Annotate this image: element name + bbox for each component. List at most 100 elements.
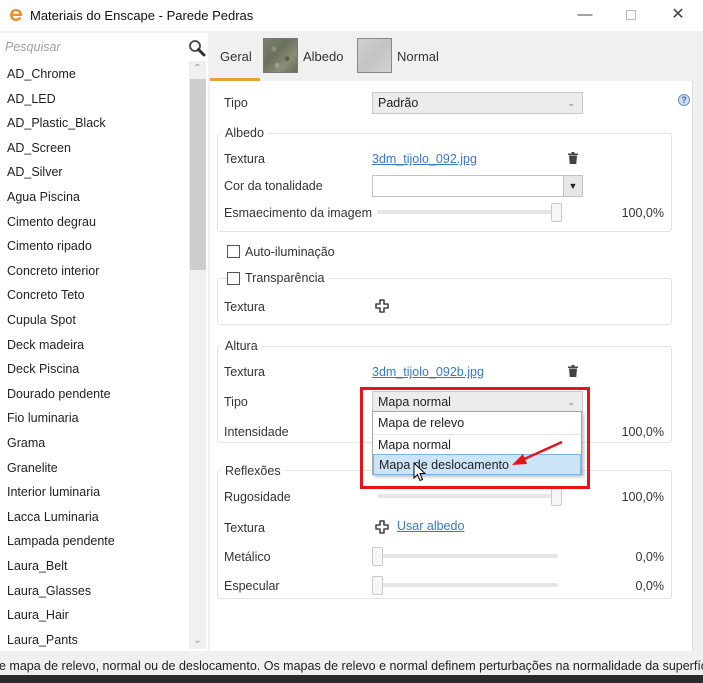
material-list-item[interactable]: Interior luminaria (7, 481, 100, 503)
tab-normal-label: Normal (397, 49, 439, 64)
albedo-textura-label: Textura (224, 152, 265, 166)
intensidade-label: Intensidade (224, 425, 289, 439)
material-list-item[interactable]: AD_Screen (7, 137, 71, 159)
scroll-up-icon[interactable]: ⌃ (189, 61, 206, 77)
slider-track (372, 583, 558, 587)
transparencia-label: Transparência (241, 271, 329, 285)
scroll-thumb[interactable] (190, 79, 206, 270)
material-list-item[interactable]: Concreto interior (7, 260, 99, 282)
metalico-slider[interactable] (372, 547, 558, 566)
albedo-group-title: Albedo (221, 126, 268, 140)
tab-albedo[interactable]: Albedo (263, 33, 358, 81)
add-texture-icon[interactable] (375, 299, 389, 313)
chevron-down-icon: ⌄ (567, 98, 575, 108)
esmaecimento-slider[interactable] (377, 203, 562, 222)
material-list-item[interactable]: AD_Chrome (7, 63, 76, 85)
especular-value: 0,0% (635, 579, 665, 593)
list-scrollbar[interactable]: ⌃ ⌄ (189, 61, 206, 649)
search-input[interactable] (5, 38, 175, 56)
tipo-label: Tipo (224, 96, 248, 110)
materials-window: Materiais do Enscape - Parede Pedras — ✕… (0, 0, 703, 683)
tint-color-picker[interactable]: ▼ (372, 175, 583, 197)
slider-thumb[interactable] (551, 487, 562, 506)
annotation-highlight-box (360, 387, 590, 489)
material-list-item[interactable]: Dourado pendente (7, 383, 111, 405)
altura-group-title: Altura (221, 339, 262, 353)
material-list-item[interactable]: Cimento degrau (7, 211, 96, 233)
tab-albedo-label: Albedo (303, 49, 344, 64)
slider-track (377, 494, 562, 498)
material-list-item[interactable]: Lacca Luminaria (7, 506, 99, 528)
mouse-cursor-icon (413, 462, 427, 482)
slider-track (372, 554, 558, 558)
material-list-item[interactable]: Fio luminaria (7, 407, 79, 429)
material-list-item[interactable]: Concreto Teto (7, 284, 85, 306)
reflexoes-group-title: Reflexões (221, 464, 285, 478)
enscape-logo-icon (10, 9, 22, 21)
material-list-item[interactable]: AD_LED (7, 88, 56, 110)
tab-normal[interactable]: Normal (357, 33, 447, 81)
especular-label: Especular (224, 579, 280, 593)
slider-thumb[interactable] (551, 203, 562, 222)
esmaecimento-value: 100,0% (621, 206, 664, 220)
material-list: AD_Chrome AD_LED AD_Plastic_Black AD_Screen… (0, 61, 190, 651)
altura-textura-label: Textura (224, 365, 265, 379)
rugosidade-value: 100,0% (621, 490, 664, 504)
esmaecimento-label: Esmaecimento da imagem (224, 206, 372, 220)
tipo-select-value: Padrão (378, 96, 419, 110)
tab-bar: Geral Albedo Normal (210, 33, 703, 81)
material-list-item[interactable]: Laura_Hair (7, 604, 69, 626)
material-list-item[interactable]: Cimento ripado (7, 235, 92, 257)
albedo-texture-link[interactable]: 3dm_tijolo_092.jpg (372, 152, 477, 166)
slider-thumb[interactable] (372, 547, 383, 566)
search-box (2, 35, 206, 59)
auto-iluminacao-checkbox[interactable] (227, 245, 240, 258)
altura-texture-link[interactable]: 3dm_tijolo_092b.jpg (372, 365, 484, 379)
rugosidade-slider[interactable] (377, 487, 562, 506)
maximize-icon (626, 10, 636, 20)
close-button[interactable]: ✕ (663, 4, 693, 26)
minimize-icon: — (577, 6, 593, 23)
material-list-item[interactable]: Cupula Spot (7, 309, 76, 331)
material-list-item[interactable]: Deck madeira (7, 334, 84, 356)
especular-slider[interactable] (372, 576, 558, 595)
material-list-item[interactable]: Lampada pendente (7, 530, 115, 552)
scroll-down-icon[interactable]: ⌄ (189, 633, 206, 649)
tipo-select[interactable]: Padrão ⌄ (372, 92, 583, 114)
trash-icon[interactable] (568, 152, 578, 164)
title-bar: Materiais do Enscape - Parede Pedras — ✕ (0, 0, 703, 31)
tab-geral[interactable]: Geral (210, 33, 260, 81)
material-list-item[interactable]: Deck Piscina (7, 358, 79, 380)
material-list-item[interactable]: Laura_Pants (7, 629, 78, 651)
material-list-item[interactable]: Laura_Belt (7, 555, 67, 577)
caret-down-icon[interactable]: ▼ (563, 176, 582, 196)
usar-albedo-link[interactable]: Usar albedo (397, 519, 464, 533)
material-list-item[interactable]: Grama (7, 432, 45, 454)
rugosidade-label: Rugosidade (224, 490, 291, 504)
metalico-label: Metálico (224, 550, 271, 564)
help-icon[interactable]: ? (678, 94, 690, 106)
material-list-item[interactable]: Laura_Glasses (7, 580, 91, 602)
intensidade-value: 100,0% (621, 425, 664, 439)
window-title: Materiais do Enscape - Parede Pedras (30, 8, 254, 23)
material-sidebar: AD_Chrome AD_LEDAD_Plastic_Black AD_Screen… (0, 33, 208, 651)
taskbar-strip (0, 675, 703, 683)
material-list-item[interactable]: AD_Silver (7, 161, 63, 183)
search-icon[interactable] (188, 39, 206, 57)
auto-iluminacao-label: Auto-iluminação (245, 245, 335, 259)
slider-thumb[interactable] (372, 576, 383, 595)
normal-thumbnail (357, 38, 392, 73)
add-texture-icon[interactable] (375, 520, 389, 534)
material-list-item[interactable]: Granelite (7, 457, 58, 479)
material-list-item[interactable]: Agua Piscina (7, 186, 80, 208)
transparencia-checkbox[interactable] (227, 272, 240, 285)
panel-right-edge (692, 81, 703, 651)
minimize-button[interactable]: — (570, 4, 600, 26)
material-list-item[interactable]: AD_Plastic_Black (7, 112, 106, 134)
albedo-thumbnail (263, 38, 298, 73)
transparencia-textura-label: Textura (224, 300, 265, 314)
transparencia-group (217, 278, 672, 325)
trash-icon[interactable] (568, 365, 578, 377)
maximize-button[interactable] (616, 4, 646, 26)
metalico-value: 0,0% (635, 550, 665, 564)
